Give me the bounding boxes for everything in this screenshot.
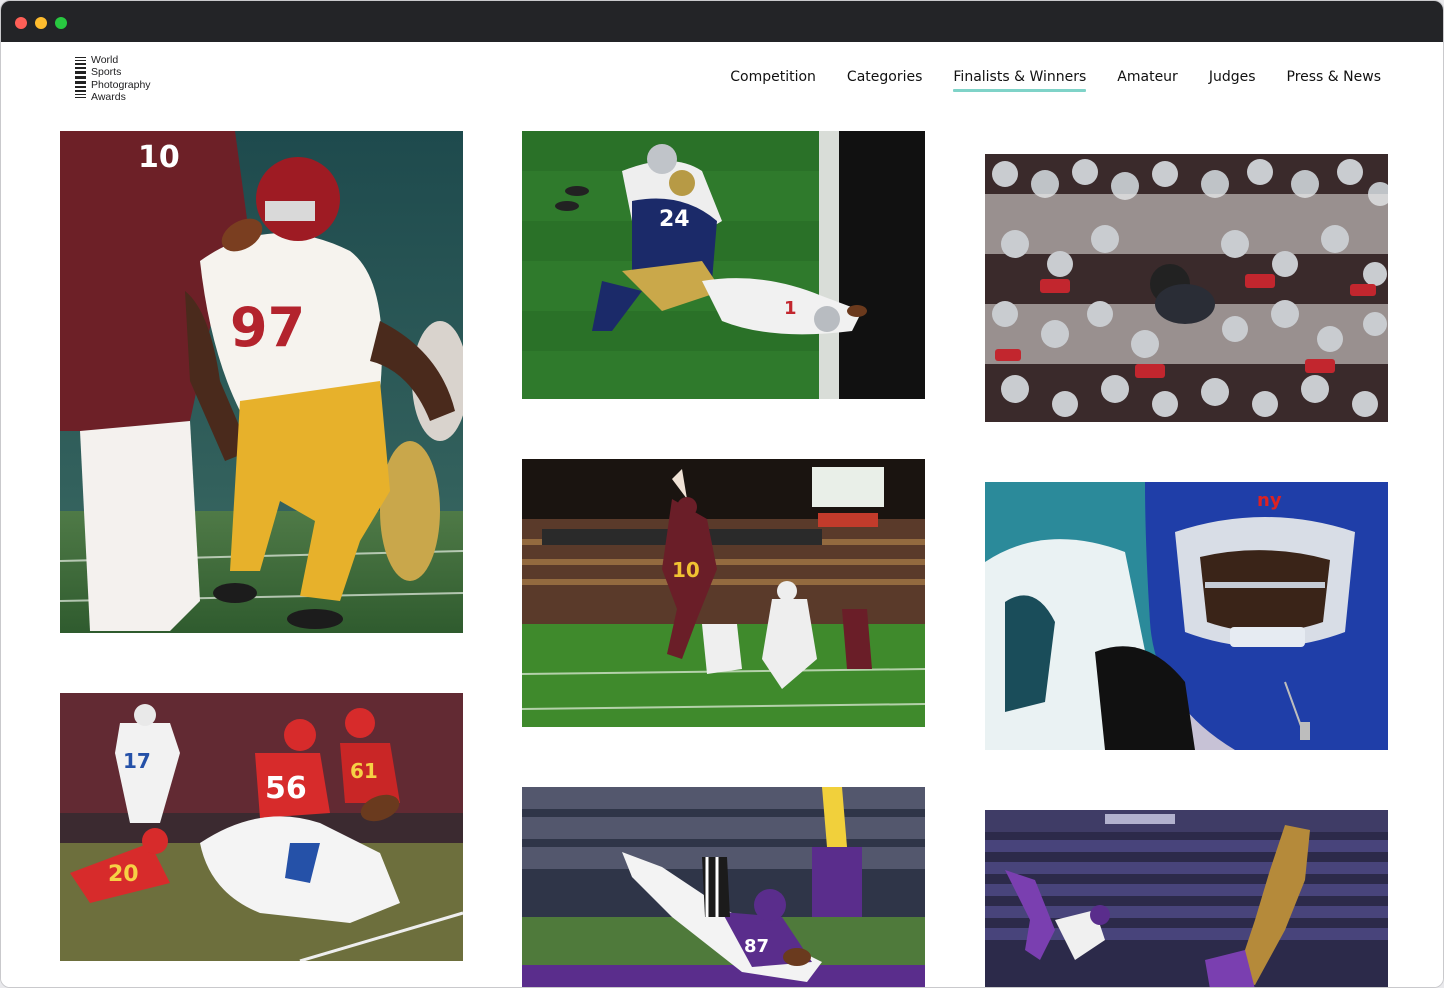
gallery-photo-huddle-overhead[interactable] (985, 154, 1388, 422)
zoom-window-button[interactable] (55, 17, 67, 29)
gallery-photo-bills-chiefs[interactable]: 17 56 61 20 (60, 693, 463, 961)
gallery-photo-overhead-tackle[interactable]: 24 1 (522, 131, 925, 399)
site-logo[interactable]: World Sports Photography Awards (75, 54, 175, 103)
gallery-photo-stadium-celebration[interactable] (985, 810, 1388, 987)
nav-amateur[interactable]: Amateur (1117, 69, 1178, 89)
photo-image: 10 (522, 459, 925, 727)
window-titlebar (1, 1, 1443, 42)
browser-window: World Sports Photography Awards Competit… (0, 0, 1444, 988)
close-window-button[interactable] (15, 17, 27, 29)
nav-competition[interactable]: Competition (730, 69, 816, 89)
barcode-stack-icon (75, 57, 86, 99)
photo-image: 10 97 (60, 131, 463, 633)
svg-text:1: 1 (784, 298, 797, 319)
minimize-window-button[interactable] (35, 17, 47, 29)
gallery-photo-usc-97[interactable]: 10 97 (60, 131, 463, 633)
photo-image (985, 154, 1388, 422)
photo-image: 24 1 (522, 131, 925, 399)
logo-line: Photography (91, 78, 151, 91)
svg-text:20: 20 (108, 862, 139, 887)
gallery-photo-helmet-closeup[interactable]: ny (985, 482, 1388, 750)
logo-line: Sports (91, 66, 122, 79)
logo-line: World (91, 54, 119, 66)
nav-finalists-winners[interactable]: Finalists & Winners (953, 69, 1086, 92)
svg-text:61: 61 (350, 759, 378, 783)
logo-line: Awards (91, 91, 126, 104)
nav-categories[interactable]: Categories (847, 69, 922, 89)
photo-image: 87 (522, 787, 925, 987)
gallery-photo-vikings-dive[interactable]: 87 (522, 787, 925, 987)
svg-text:97: 97 (230, 296, 305, 359)
photo-image (985, 810, 1388, 987)
photo-image: ny (985, 482, 1388, 750)
svg-text:17: 17 (123, 749, 151, 773)
svg-text:10: 10 (138, 140, 180, 175)
nav-judges[interactable]: Judges (1209, 69, 1256, 89)
svg-text:10: 10 (672, 558, 700, 582)
svg-text:56: 56 (265, 771, 307, 806)
main-navigation: Competition Categories Finalists & Winne… (730, 69, 1382, 92)
photo-image: 17 56 61 20 (60, 693, 463, 961)
page-content: World Sports Photography Awards Competit… (1, 42, 1443, 987)
svg-text:24: 24 (659, 207, 690, 232)
gallery-photo-night-leap[interactable]: 10 (522, 459, 925, 727)
logo-wordmark: World Sports Photography Awards (91, 54, 151, 104)
nav-press-news[interactable]: Press & News (1287, 69, 1382, 89)
svg-text:ny: ny (1257, 490, 1282, 511)
svg-text:87: 87 (744, 936, 769, 957)
